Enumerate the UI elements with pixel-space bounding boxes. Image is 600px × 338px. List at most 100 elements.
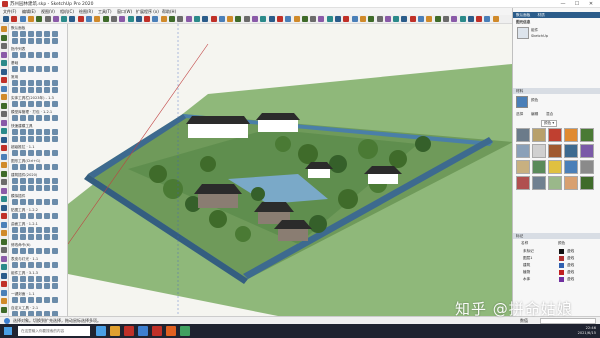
maximize-icon[interactable]: ☐ [570, 0, 584, 8]
left-tool-icon[interactable] [1, 255, 7, 262]
toolbar-tool-icon[interactable] [476, 16, 483, 22]
plugin-tool-icon[interactable] [20, 276, 26, 282]
plugin-tool-icon[interactable] [36, 276, 42, 282]
plugin-tool-icon[interactable] [36, 101, 42, 107]
material-swatch[interactable] [580, 160, 594, 174]
left-tool-icon[interactable] [1, 230, 7, 236]
plugin-tool-icon[interactable] [28, 248, 34, 254]
plugin-tool-icon[interactable] [44, 150, 50, 156]
toolbar-tool-icon[interactable] [3, 16, 9, 22]
material-swatch[interactable] [580, 144, 594, 158]
plugin-tool-icon[interactable] [36, 248, 42, 254]
left-tool-icon[interactable] [1, 170, 7, 177]
plugin-tool-icon[interactable] [20, 199, 26, 205]
toolbar-tool-icon[interactable] [144, 16, 151, 22]
toolbar-tool-icon[interactable] [310, 16, 317, 22]
left-tool-icon[interactable] [1, 187, 7, 194]
plugin-tool-icon[interactable] [12, 150, 18, 156]
material-category-select[interactable]: 颜色 ▾ [541, 120, 558, 127]
left-tool-icon[interactable] [1, 136, 7, 143]
toolbar-tool-icon[interactable] [335, 16, 341, 22]
plugin-tool-icon[interactable] [12, 115, 18, 121]
toolbar-tool-icon[interactable] [384, 16, 391, 22]
material-swatch[interactable] [564, 144, 578, 158]
material-swatch[interactable] [564, 128, 578, 142]
plugin-tool-icon[interactable] [20, 150, 26, 156]
plugin-tool-icon[interactable] [52, 185, 58, 191]
plugin-tool-icon[interactable] [12, 164, 18, 170]
toolbar-tool-icon[interactable] [401, 16, 408, 22]
toolbar-tool-icon[interactable] [77, 16, 84, 22]
toolbar-tool-icon[interactable] [193, 16, 200, 22]
plugin-tool-icon[interactable] [44, 178, 50, 184]
plugin-tool-icon[interactable] [28, 31, 34, 37]
taskbar-search-box[interactable]: 在这里输入你要搜索的内容 [18, 326, 90, 336]
toolbar-tool-icon[interactable] [44, 16, 51, 22]
material-swatch[interactable] [548, 128, 562, 142]
plugin-tool-icon[interactable] [20, 129, 26, 135]
plugin-tool-icon[interactable] [52, 276, 58, 282]
material-swatch[interactable] [548, 160, 562, 174]
toolbar-tool-icon[interactable] [61, 16, 68, 22]
plugin-tool-icon[interactable] [44, 262, 50, 268]
plugin-tool-icon[interactable] [52, 52, 58, 58]
plugin-tool-icon[interactable] [20, 164, 26, 170]
plugin-tool-icon[interactable] [20, 234, 26, 240]
left-tool-icon[interactable] [1, 119, 7, 126]
toolbar-tool-icon[interactable] [368, 16, 375, 22]
left-tool-icon[interactable] [1, 289, 7, 296]
plugin-tool-icon[interactable] [28, 80, 34, 86]
toolbar-tool-icon[interactable] [94, 16, 101, 22]
plugin-tool-icon[interactable] [36, 213, 42, 219]
plugin-tool-icon[interactable] [28, 38, 34, 44]
tag-color-swatch[interactable] [559, 270, 564, 275]
plugin-tool-icon[interactable] [36, 178, 42, 184]
plugin-tool-icon[interactable] [36, 115, 42, 121]
plugin-tool-icon[interactable] [36, 31, 42, 37]
plugin-tool-icon[interactable] [28, 234, 34, 240]
left-tool-icon[interactable] [1, 94, 7, 100]
tag-row[interactable]: 未标记 虚线 [515, 248, 599, 255]
plugin-tool-icon[interactable] [28, 276, 34, 282]
plugin-tool-icon[interactable] [44, 248, 50, 254]
tag-color-swatch[interactable] [559, 256, 564, 261]
plugin-tool-icon[interactable] [28, 283, 34, 289]
plugin-tool-icon[interactable] [44, 283, 50, 289]
plugin-tool-icon[interactable] [12, 297, 18, 303]
plugin-tool-icon[interactable] [44, 276, 50, 282]
plugin-tool-icon[interactable] [52, 129, 58, 135]
plugin-tool-icon[interactable] [44, 227, 50, 233]
tag-row[interactable]: 图层1 虚线 [515, 255, 599, 262]
plugin-tool-icon[interactable] [12, 66, 18, 72]
plugin-tool-icon[interactable] [44, 199, 50, 205]
plugin-tool-icon[interactable] [20, 178, 26, 184]
plugin-tool-icon[interactable] [20, 262, 26, 268]
plugin-tool-icon[interactable] [28, 101, 34, 107]
plugin-tool-icon[interactable] [12, 52, 18, 58]
plugin-tool-icon[interactable] [36, 297, 42, 303]
tag-color-swatch[interactable] [559, 263, 564, 268]
plugin-tool-icon[interactable] [12, 276, 18, 282]
material-swatch[interactable] [564, 160, 578, 174]
left-tool-icon[interactable] [1, 179, 7, 185]
toolbar-tool-icon[interactable] [268, 16, 275, 22]
plugin-tool-icon[interactable] [44, 87, 50, 93]
plugin-tool-icon[interactable] [12, 262, 18, 268]
tray-tab-default[interactable]: 默认面板 [516, 13, 530, 17]
plugin-tool-icon[interactable] [20, 283, 26, 289]
toolbar-tool-icon[interactable] [19, 16, 26, 22]
plugin-tool-icon[interactable] [52, 178, 58, 184]
material-swatch[interactable] [580, 128, 594, 142]
toolbar-tool-icon[interactable] [218, 16, 225, 22]
left-tool-icon[interactable] [1, 162, 7, 168]
plugin-tool-icon[interactable] [20, 213, 26, 219]
plugin-tool-icon[interactable] [20, 52, 26, 58]
toolbar-tool-icon[interactable] [235, 16, 242, 22]
plugin-tool-icon[interactable] [20, 248, 26, 254]
toolbar-tool-icon[interactable] [301, 16, 308, 22]
toolbar-tool-icon[interactable] [177, 16, 184, 22]
left-tool-icon[interactable] [1, 145, 7, 151]
plugin-tool-icon[interactable] [52, 101, 58, 107]
minimize-icon[interactable]: — [556, 0, 570, 8]
taskbar-app-icon[interactable] [124, 326, 134, 336]
